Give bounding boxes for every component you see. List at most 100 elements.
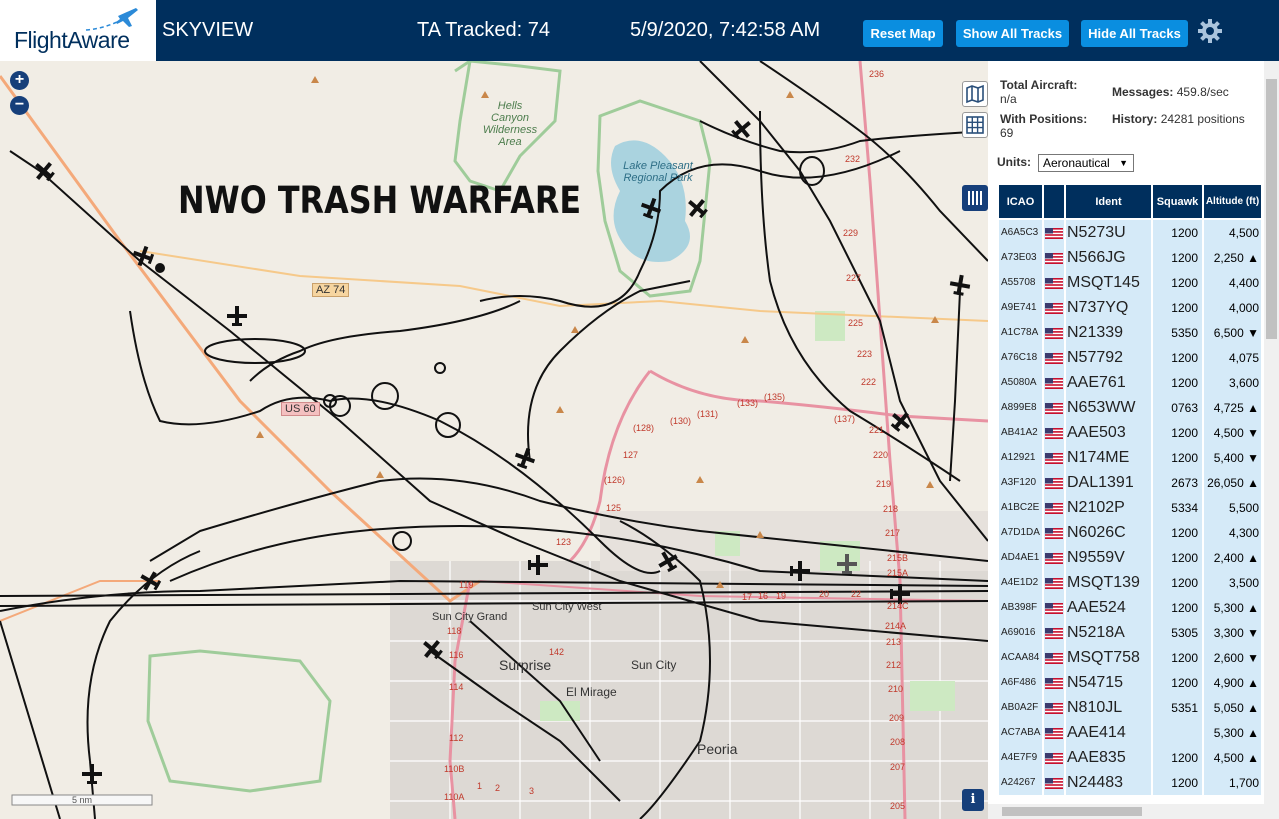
mile-marker: (131) xyxy=(697,409,719,419)
ident-cell: N5218A xyxy=(1066,620,1151,645)
gear-icon[interactable] xyxy=(1197,18,1223,44)
hide-all-tracks-button[interactable]: Hide All Tracks xyxy=(1081,20,1188,47)
icao-cell: AD4AE1 xyxy=(999,545,1042,570)
ident-cell: N5273U xyxy=(1066,220,1151,245)
vertical-scrollbar[interactable] xyxy=(1264,61,1279,819)
mile-marker: 17 xyxy=(742,592,753,602)
flightaware-logo[interactable]: FlightAware xyxy=(0,0,156,61)
reset-map-button[interactable]: Reset Map xyxy=(863,20,943,47)
table-row[interactable]: A7D1DA N6026C 1200 4,300 xyxy=(999,520,1261,545)
table-row[interactable]: ACAA84 MSQT758 1200 2,600 ▼ xyxy=(999,645,1261,670)
table-row[interactable]: A76C18 N57792 1200 4,075 xyxy=(999,345,1261,370)
flag-cell xyxy=(1044,295,1064,320)
altitude-cell: 3,300 ▼ xyxy=(1204,620,1261,645)
icao-cell: A55708 xyxy=(999,270,1042,295)
icao-cell: AB41A2 xyxy=(999,420,1042,445)
flag-cell xyxy=(1044,620,1064,645)
table-row[interactable]: AB41A2 AAE503 1200 4,500 ▼ xyxy=(999,420,1261,445)
total-aircraft-stat: Total Aircraft: n/a xyxy=(1000,78,1077,106)
flag-cell xyxy=(1044,345,1064,370)
icao-cell: A1C78A xyxy=(999,320,1042,345)
info-button[interactable]: i xyxy=(962,789,984,811)
altitude-cell: 5,400 ▼ xyxy=(1204,445,1261,470)
column-icao[interactable]: ICAO xyxy=(999,185,1042,220)
map-view[interactable]: Hells Canyon Wilderness Area Lake Pleasa… xyxy=(0,61,988,819)
table-row[interactable]: A6F486 N54715 1200 4,900 ▲ xyxy=(999,670,1261,695)
squawk-cell: 1200 xyxy=(1153,520,1202,545)
table-row[interactable]: A24267 N24483 1200 1,700 xyxy=(999,770,1261,795)
table-row[interactable]: A12921 N174ME 1200 5,400 ▼ xyxy=(999,445,1261,470)
squawk-cell: 5351 xyxy=(1153,695,1202,720)
altitude-cell: 5,050 ▲ xyxy=(1204,695,1261,720)
ident-cell: AAE503 xyxy=(1066,420,1151,445)
ident-cell: N2102P xyxy=(1066,495,1151,520)
altitude-cell: 2,250 ▲ xyxy=(1204,245,1261,270)
altitude-cell: 4,900 ▲ xyxy=(1204,670,1261,695)
table-row[interactable]: A6A5C3 N5273U 1200 4,500 xyxy=(999,220,1261,245)
table-row[interactable]: A899E8 N653WW 0763 4,725 ▲ xyxy=(999,395,1261,420)
columns-icon xyxy=(968,191,982,205)
units-select[interactable]: Aeronautical ▼ xyxy=(1038,154,1134,172)
squawk-cell xyxy=(1153,720,1202,745)
table-row[interactable]: A5080A AAE761 1200 3,600 xyxy=(999,370,1261,395)
table-row[interactable]: AC7ABA AAE414 5,300 ▲ xyxy=(999,720,1261,745)
flag-cell xyxy=(1044,770,1064,795)
table-row[interactable]: A1BC2E N2102P 5334 5,500 xyxy=(999,495,1261,520)
us-flag-icon xyxy=(1045,577,1063,589)
grid-toggle-button[interactable] xyxy=(962,112,988,138)
horizontal-scrollbar[interactable] xyxy=(988,804,1264,819)
column-squawk[interactable]: Squawk xyxy=(1153,185,1202,220)
mile-marker: (137) xyxy=(834,414,856,424)
icao-cell: A899E8 xyxy=(999,395,1042,420)
mile-marker: 232 xyxy=(845,154,861,164)
flag-cell xyxy=(1044,645,1064,670)
column-altitude[interactable]: Altitude (ft) xyxy=(1204,185,1261,220)
squawk-cell: 1200 xyxy=(1153,245,1202,270)
with-positions-label: With Positions: xyxy=(1000,112,1088,126)
flag-cell xyxy=(1044,595,1064,620)
us-flag-icon xyxy=(1045,302,1063,314)
columns-toggle-button[interactable] xyxy=(962,185,988,211)
mile-marker: 210 xyxy=(888,684,904,694)
ident-cell: DAL1391 xyxy=(1066,470,1151,495)
table-row[interactable]: A4E1D2 MSQT139 1200 3,500 xyxy=(999,570,1261,595)
ident-cell: MSQT758 xyxy=(1066,645,1151,670)
table-row[interactable]: A9E741 N737YQ 1200 4,000 xyxy=(999,295,1261,320)
label-sun-city: Sun City xyxy=(631,658,677,672)
zoom-in-button[interactable]: + xyxy=(10,71,29,90)
ident-cell: N737YQ xyxy=(1066,295,1151,320)
table-row[interactable]: AB0A2F N810JL 5351 5,050 ▲ xyxy=(999,695,1261,720)
label-el-mirage: El Mirage xyxy=(566,685,617,699)
us-flag-icon xyxy=(1045,452,1063,464)
table-row[interactable]: A1C78A N21339 5350 6,500 ▼ xyxy=(999,320,1261,345)
ident-cell: MSQT139 xyxy=(1066,570,1151,595)
flag-cell xyxy=(1044,545,1064,570)
map-canvas[interactable] xyxy=(0,61,988,819)
table-row[interactable]: A69016 N5218A 5305 3,300 ▼ xyxy=(999,620,1261,645)
table-row[interactable]: A3F120 DAL1391 2673 26,050 ▲ xyxy=(999,470,1261,495)
mile-marker: 127 xyxy=(623,450,639,460)
table-row[interactable]: A4E7F9 AAE835 1200 4,500 ▲ xyxy=(999,745,1261,770)
mile-marker: 123 xyxy=(556,537,572,547)
horizontal-scroll-thumb[interactable] xyxy=(1002,807,1142,816)
column-ident[interactable]: Ident xyxy=(1066,185,1151,220)
altitude-cell: 1,700 xyxy=(1204,770,1261,795)
table-row[interactable]: A73E03 N566JG 1200 2,250 ▲ xyxy=(999,245,1261,270)
ident-cell: N174ME xyxy=(1066,445,1151,470)
flag-cell xyxy=(1044,495,1064,520)
column-flag[interactable] xyxy=(1044,185,1064,220)
icao-cell: A4E1D2 xyxy=(999,570,1042,595)
map-layers-button[interactable] xyxy=(962,81,988,107)
vertical-scroll-thumb[interactable] xyxy=(1266,79,1277,339)
mile-marker: 217 xyxy=(885,528,901,538)
table-row[interactable]: AB398F AAE524 1200 5,300 ▲ xyxy=(999,595,1261,620)
mile-marker: 227 xyxy=(846,273,862,283)
zoom-out-button[interactable]: − xyxy=(10,96,29,115)
table-row[interactable]: AD4AE1 N9559V 1200 2,400 ▲ xyxy=(999,545,1261,570)
squawk-cell: 1200 xyxy=(1153,270,1202,295)
altitude-cell: 5,500 xyxy=(1204,495,1261,520)
table-row[interactable]: A55708 MSQT145 1200 4,400 xyxy=(999,270,1261,295)
squawk-cell: 1200 xyxy=(1153,220,1202,245)
grid-icon xyxy=(966,116,984,134)
show-all-tracks-button[interactable]: Show All Tracks xyxy=(956,20,1069,47)
